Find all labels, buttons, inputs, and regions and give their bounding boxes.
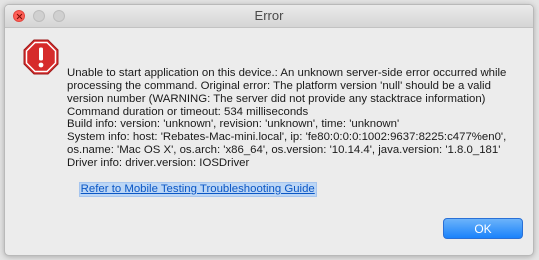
error-message: Unable to start application on this devi… <box>67 41 517 209</box>
error-message-text: Unable to start application on this devi… <box>67 66 507 170</box>
window-title: Error <box>254 8 284 23</box>
title-bar: Error <box>5 5 533 28</box>
error-stop-icon <box>23 39 59 75</box>
ok-button[interactable]: OK <box>443 218 523 239</box>
error-dialog: Error Unable to start application on thi… <box>4 4 534 256</box>
troubleshooting-guide-link[interactable]: Refer to Mobile Testing Troubleshooting … <box>78 181 317 197</box>
